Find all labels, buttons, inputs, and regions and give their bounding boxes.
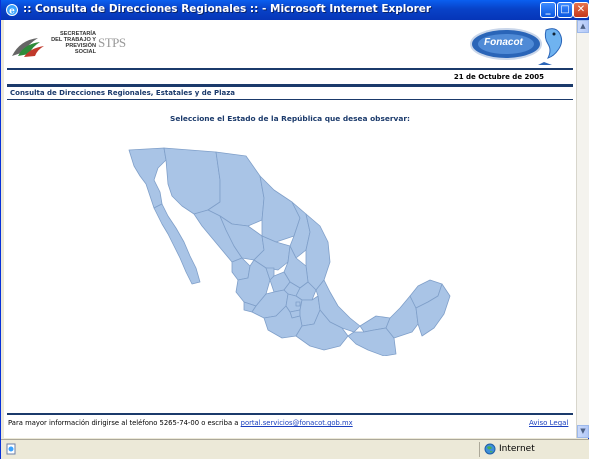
- window-title: :: Consulta de Direcciones Regionales ::…: [23, 3, 432, 15]
- state-coahuila[interactable]: [259, 175, 301, 243]
- state-distrito-federal[interactable]: [295, 301, 301, 307]
- svg-text:e: e: [9, 7, 15, 17]
- page-icon: [6, 443, 16, 455]
- stps-abbr: STPS: [98, 35, 126, 50]
- minimize-button[interactable]: _: [540, 2, 556, 18]
- state-tamaulipas[interactable]: [305, 213, 331, 291]
- page-header: SECRETARÍA DEL TRABAJO Y PREVISIÓN SOCIA…: [4, 20, 576, 70]
- state-baja-california[interactable]: [128, 147, 167, 209]
- section-divider: [7, 99, 573, 100]
- state-baja-california-sur[interactable]: [153, 203, 201, 285]
- stps-org-name: SECRETARÍA DEL TRABAJO Y PREVISIÓN SOCIA…: [51, 31, 96, 55]
- legal-notice-link[interactable]: Aviso Legal: [529, 419, 568, 427]
- stps-logo: SECRETARÍA DEL TRABAJO Y PREVISIÓN SOCIA…: [10, 28, 126, 66]
- title-bar: e :: Consulta de Direcciones Regionales …: [1, 0, 589, 20]
- close-button[interactable]: ✕: [573, 2, 589, 18]
- state-chiapas[interactable]: [347, 327, 397, 356]
- vertical-scrollbar[interactable]: ▲ ▼: [576, 20, 589, 438]
- scroll-down-arrow-icon[interactable]: ▼: [577, 425, 589, 438]
- stps-eagle-emblem: [12, 38, 44, 57]
- mexico-states-map[interactable]: [124, 146, 454, 356]
- security-zone: Internet: [479, 442, 588, 457]
- fonacot-logo-text: Fonacot: [484, 37, 523, 48]
- page-content: SECRETARÍA DEL TRABAJO Y PREVISIÓN SOCIA…: [4, 20, 576, 438]
- state-selection-prompt: Seleccione el Estado de la República que…: [170, 114, 410, 123]
- section-title: Consulta de Direcciones Regionales, Esta…: [10, 89, 235, 97]
- header-divider: [7, 68, 573, 70]
- zone-label: Internet: [499, 444, 535, 454]
- state-sonora[interactable]: [163, 147, 221, 215]
- footer-info: Para mayor información dirigirse al telé…: [8, 419, 353, 427]
- date-divider: [7, 84, 573, 87]
- current-date: 21 de Octubre de 2005: [453, 73, 544, 81]
- state-nayarit[interactable]: [231, 257, 251, 281]
- maximize-button[interactable]: □: [557, 2, 573, 18]
- browser-window: e :: Consulta de Direcciones Regionales …: [0, 0, 589, 459]
- contact-email-link[interactable]: portal.servicios@fonacot.gob.mx: [241, 419, 353, 427]
- scroll-up-arrow-icon[interactable]: ▲: [577, 20, 589, 33]
- internet-explorer-icon: e: [6, 4, 18, 17]
- footer-divider: [7, 413, 573, 415]
- status-bar: Internet: [1, 439, 589, 459]
- footer-info-text: Para mayor información dirigirse al telé…: [8, 419, 241, 427]
- internet-zone-globe-icon: [484, 443, 496, 455]
